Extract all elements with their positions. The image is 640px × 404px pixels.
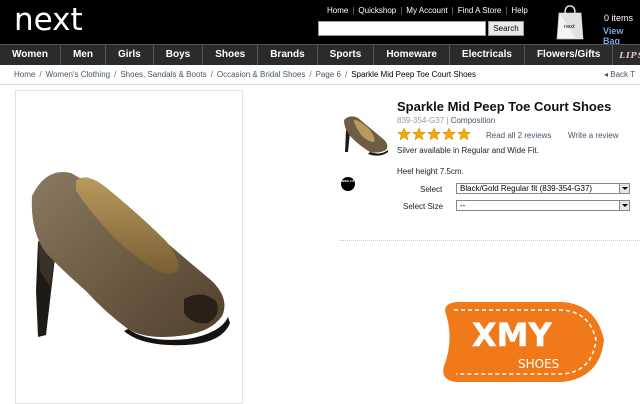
view-bag-link[interactable]: View Bag: [603, 26, 640, 46]
nav-women[interactable]: Women: [0, 45, 61, 65]
wide-fit-badge: WIDE FIT: [341, 177, 355, 191]
product-code: 839-354-G37: [397, 116, 445, 125]
read-reviews-link[interactable]: Read all 2 reviews: [486, 131, 551, 140]
site-logo[interactable]: next: [14, 2, 83, 38]
separator: /: [39, 70, 42, 79]
top-link-quickshop[interactable]: Quickshop: [354, 6, 400, 16]
nav-electricals[interactable]: Electricals: [450, 45, 525, 65]
xmy-shoes-watermark: XMY SHOES: [443, 302, 604, 382]
star-rating: [397, 127, 472, 141]
colour-fit-select[interactable]: Black/Gold Regular fit (839-354-G37): [456, 183, 630, 194]
separator: /: [309, 70, 312, 79]
watermark-brand: XMY: [472, 316, 553, 354]
breadcrumb-current: Sparkle Mid Peep Toe Court Shoes: [351, 70, 476, 79]
breadcrumb: Home / Women's Clothing / Shoes, Sandals &…: [14, 70, 476, 80]
site-header: next Home | Quickshop | My Account | Find A…: [0, 0, 640, 46]
nav-boys[interactable]: Boys: [154, 45, 204, 65]
search-input[interactable]: [318, 21, 486, 36]
shopping-bag-icon[interactable]: next: [556, 4, 584, 40]
nav-girls[interactable]: Girls: [106, 45, 154, 65]
search-button[interactable]: Search: [488, 21, 524, 36]
bag-label: next: [564, 24, 575, 30]
product-description: Silver available in Regular and Wide Fit…: [397, 146, 539, 155]
product-meta: 839-354-G37 | Composition: [397, 116, 495, 125]
breadcrumb-occasion-bridal[interactable]: Occasion & Bridal Shoes: [217, 70, 306, 80]
divider: [0, 84, 640, 85]
size-label: Select Size: [403, 202, 444, 211]
composition-link[interactable]: Composition: [451, 116, 495, 125]
size-select[interactable]: --: [456, 200, 630, 211]
nav-men[interactable]: Men: [61, 45, 106, 65]
nav-brands[interactable]: Brands: [258, 45, 318, 65]
star-icon: [457, 127, 471, 141]
nav-shoes[interactable]: Shoes: [203, 45, 259, 65]
product-thumbnail[interactable]: [340, 112, 392, 156]
nav-flowers-gifts[interactable]: Flowers/Gifts: [525, 45, 614, 65]
star-icon: [442, 127, 456, 141]
heel-height: Heel height 7.5cm.: [397, 167, 464, 176]
size-value: --: [460, 201, 466, 210]
breadcrumb-shoes-sandals-boots[interactable]: Shoes, Sandals & Boots: [120, 70, 206, 80]
nav-homeware[interactable]: Homeware: [374, 45, 450, 65]
chevron-down-icon[interactable]: [619, 201, 629, 210]
back-link-label: Back T: [610, 70, 635, 79]
product-title: Sparkle Mid Peep Toe Court Shoes: [397, 99, 612, 114]
chevron-down-icon[interactable]: [619, 184, 629, 193]
top-link-help[interactable]: Help: [507, 6, 531, 16]
colour-fit-value: Black/Gold Regular fit (839-354-G37): [460, 184, 593, 193]
star-icon: [412, 127, 426, 141]
separator: /: [114, 70, 117, 79]
back-link[interactable]: ◂ Back T: [604, 70, 635, 79]
top-link-my-account[interactable]: My Account: [402, 6, 451, 16]
nav-sports[interactable]: Sports: [318, 45, 375, 65]
shoe-image: [31, 171, 230, 346]
select-label: Select: [420, 185, 443, 194]
separator: /: [210, 70, 213, 79]
divider: [340, 240, 640, 241]
main-nav: Women Men Girls Boys Shoes Brands Sports…: [0, 44, 640, 65]
breadcrumb-womens-clothing[interactable]: Women's Clothing: [46, 70, 111, 80]
write-review-link[interactable]: Write a review: [568, 131, 619, 140]
breadcrumb-home[interactable]: Home: [14, 70, 35, 80]
cart-items-count: 0 items: [604, 13, 634, 23]
separator: /: [344, 70, 348, 79]
breadcrumb-page-6[interactable]: Page 6: [316, 70, 341, 80]
product-main-image[interactable]: [15, 90, 243, 404]
top-link-home[interactable]: Home: [323, 6, 352, 16]
nav-lipsy[interactable]: LIPS: [613, 45, 640, 65]
top-link-find-store[interactable]: Find A Store: [454, 6, 506, 16]
watermark-sub: SHOES: [518, 357, 559, 371]
star-icon: [427, 127, 441, 141]
star-icon: [397, 127, 411, 141]
top-links: Home | Quickshop | My Account | Find A Stor…: [323, 6, 532, 16]
